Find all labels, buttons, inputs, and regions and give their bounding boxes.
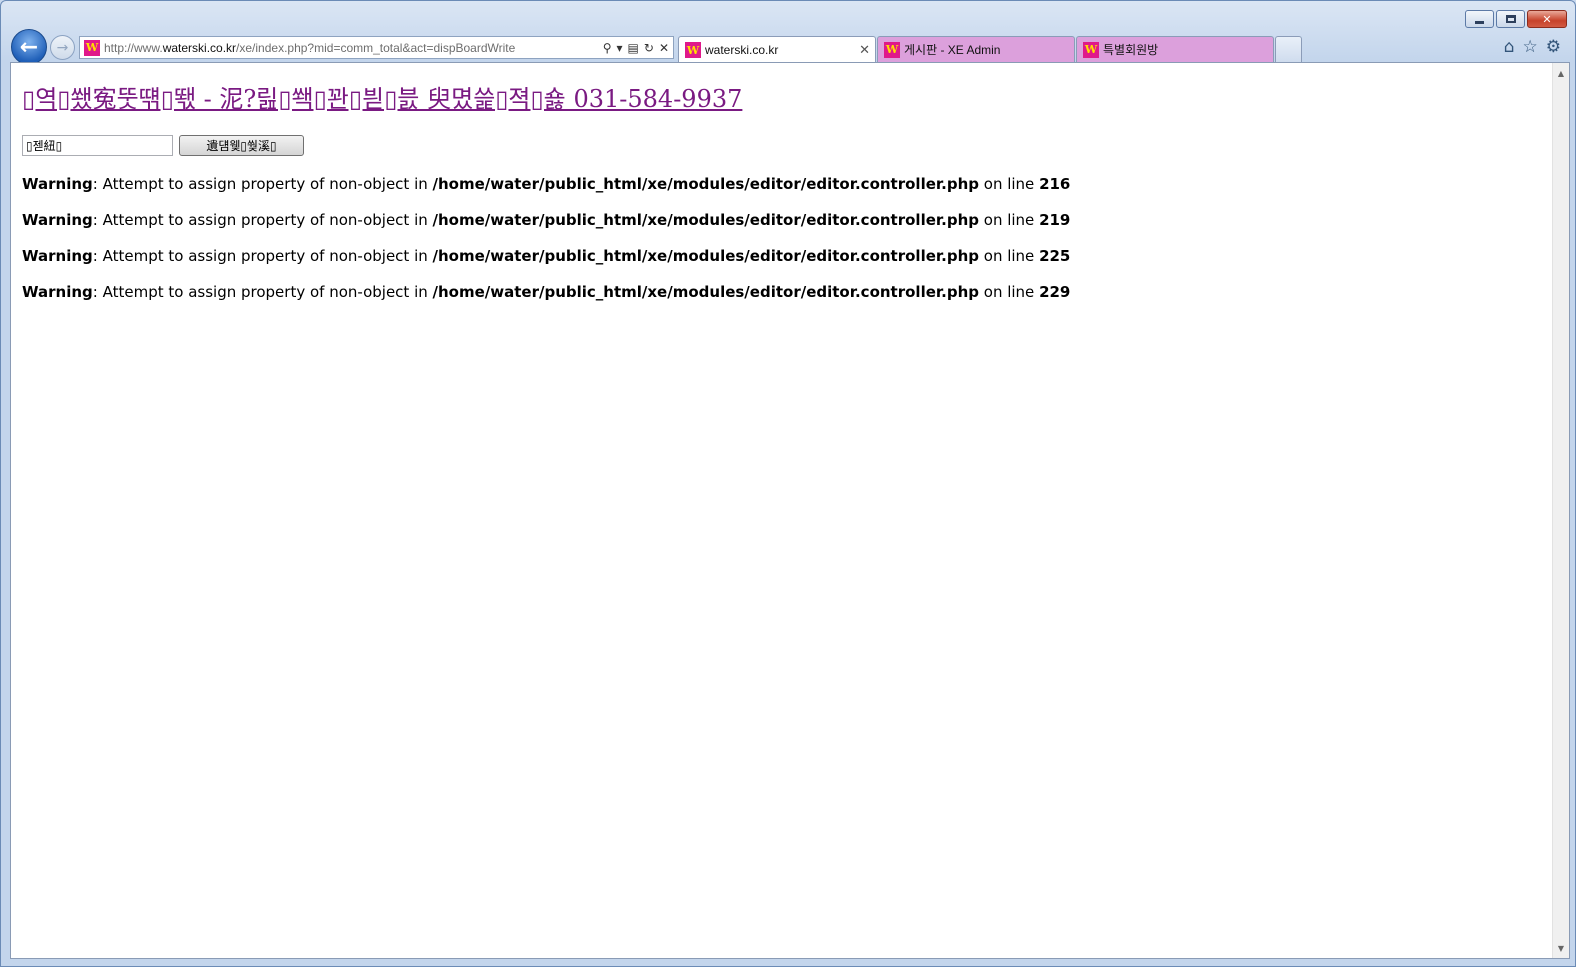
forward-button[interactable]: →: [50, 35, 75, 60]
tab-label: 특별회원방: [1103, 43, 1159, 57]
warning-online: on line: [979, 211, 1040, 229]
warning-online: on line: [979, 247, 1040, 265]
warning-online: on line: [979, 283, 1040, 301]
warning-line: Warning: Attempt to assign property of n…: [22, 211, 1070, 247]
maximize-button[interactable]: [1496, 10, 1525, 28]
search-icon[interactable]: ⚲: [603, 41, 612, 55]
tab-favicon-icon: W: [884, 41, 900, 58]
warning-path: /home/water/public_html/xe/modules/edito…: [432, 283, 979, 301]
scroll-down-icon[interactable]: ▼: [1553, 940, 1569, 956]
home-icon[interactable]: ⌂: [1504, 37, 1515, 57]
back-button[interactable]: ←: [11, 29, 47, 65]
scroll-up-icon[interactable]: ▲: [1553, 65, 1569, 81]
site-favicon-icon: W: [84, 39, 100, 56]
warning-label: Warning: [22, 175, 93, 193]
tab-favicon-icon: W: [685, 42, 701, 58]
warning-online: on line: [979, 175, 1040, 193]
forward-arrow-icon: →: [56, 39, 69, 56]
minimize-button[interactable]: [1465, 10, 1494, 28]
vertical-scrollbar[interactable]: ▲ ▼: [1552, 63, 1569, 958]
warning-line: Warning: Attempt to assign property of n…: [22, 247, 1070, 283]
star-icon[interactable]: ☆: [1523, 37, 1538, 57]
warning-path: /home/water/public_html/xe/modules/edito…: [432, 211, 979, 229]
tab-label: 게시판 - XE Admin: [904, 43, 1001, 57]
warning-path: /home/water/public_html/xe/modules/edito…: [432, 175, 979, 193]
address-bar-icons: ⚲ ▾ ▤ ↻ ✕: [603, 41, 673, 55]
warning-line-number: 216: [1039, 175, 1071, 193]
warning-message: : Attempt to assign property of non-obje…: [92, 247, 433, 265]
warning-path: /home/water/public_html/xe/modules/edito…: [432, 247, 979, 265]
tab-waterski[interactable]: W waterski.co.kr ✕: [678, 36, 876, 63]
url-prefix: http://www.: [104, 40, 163, 55]
tab-label: waterski.co.kr: [705, 43, 779, 57]
warning-line-number: 219: [1039, 211, 1071, 229]
warning-line: Warning: Attempt to assign property of n…: [22, 175, 1070, 211]
refresh-icon[interactable]: ↻: [644, 41, 654, 55]
warning-label: Warning: [22, 211, 93, 229]
gear-icon[interactable]: ⚙: [1546, 37, 1561, 57]
warning-message: : Attempt to assign property of non-obje…: [92, 283, 433, 301]
title-row: ▯역▯쐤寃뚯떆▯뙋 - 泥?릺▯쐑▯꽌▯븯▯븘 臾몄쓽▯젹▯숋 031-584-…: [22, 63, 1070, 114]
url-path: /xe/index.php?mid=comm_total&act=dispBoa…: [236, 40, 516, 55]
site-title-link[interactable]: ▯역▯쐤寃뚯떆▯뙋 - 泥?릺▯쐑▯꽌▯븯▯븘 臾몄쓽▯젹▯숋 031-584-…: [22, 79, 742, 114]
title-input[interactable]: [22, 135, 173, 156]
url-host: waterski.co.kr: [162, 40, 237, 55]
tab-xe-admin[interactable]: W 게시판 - XE Admin: [877, 36, 1075, 62]
submit-button[interactable]: 遺덈웾▯쒖溪▯: [179, 135, 304, 156]
warning-message: : Attempt to assign property of non-obje…: [92, 211, 433, 229]
minimize-icon: [1475, 20, 1484, 24]
tab-favicon-icon: W: [1083, 41, 1099, 58]
address-url[interactable]: http://www.waterski.co.kr/xe/index.php?m…: [104, 41, 603, 55]
stop-icon[interactable]: ✕: [659, 41, 669, 55]
maximize-icon: [1505, 15, 1516, 23]
close-icon: ✕: [1542, 12, 1552, 26]
warning-line-number: 229: [1039, 283, 1071, 301]
window-controls: ✕: [1465, 10, 1567, 28]
warning-list: Warning: Attempt to assign property of n…: [22, 175, 1070, 319]
warning-message: : Attempt to assign property of non-obje…: [92, 175, 433, 193]
toolbar-icons: ⌂ ☆ ⚙: [1504, 37, 1561, 57]
compat-view-icon[interactable]: ▤: [628, 41, 639, 55]
warning-label: Warning: [22, 247, 93, 265]
tab-special-members[interactable]: W 특별회원방: [1076, 36, 1274, 62]
address-bar[interactable]: W http://www.waterski.co.kr/xe/index.php…: [79, 36, 674, 59]
dropdown-icon[interactable]: ▾: [617, 41, 623, 55]
page-body: ▯역▯쐤寃뚯떆▯뙋 - 泥?릺▯쐑▯꽌▯븯▯븘 臾몄쓽▯젹▯숋 031-584-…: [22, 63, 1070, 319]
warning-line-number: 225: [1039, 247, 1071, 265]
close-window-button[interactable]: ✕: [1527, 10, 1567, 28]
warning-label: Warning: [22, 283, 93, 301]
write-form: 遺덈웾▯쒖溪▯: [22, 135, 1070, 156]
tab-close-icon[interactable]: ✕: [859, 42, 875, 58]
browser-window: ✕ ← → W http://www.waterski.co.kr/xe/ind…: [0, 0, 1576, 967]
back-arrow-icon: ←: [19, 34, 39, 60]
warning-line: Warning: Attempt to assign property of n…: [22, 283, 1070, 319]
new-tab-button[interactable]: [1275, 36, 1302, 62]
page-viewport: ▯역▯쐤寃뚯떆▯뙋 - 泥?릺▯쐑▯꽌▯븯▯븘 臾몄쓽▯젹▯숋 031-584-…: [10, 62, 1570, 959]
